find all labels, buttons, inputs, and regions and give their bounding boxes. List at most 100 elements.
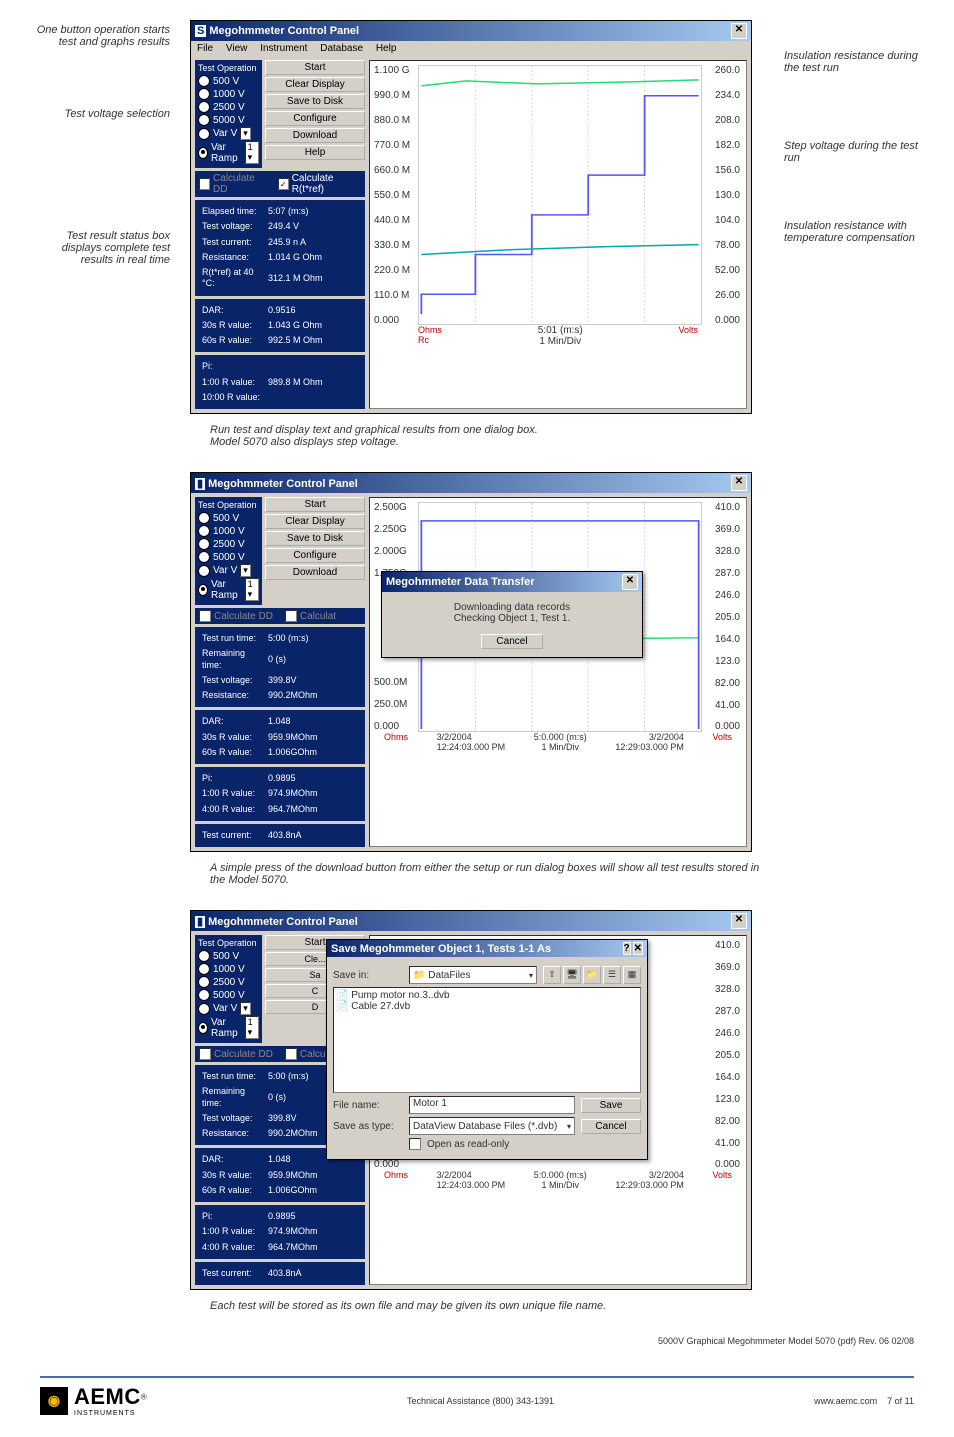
modal-title: Megohmmeter Data Transfer — [386, 576, 535, 588]
menu-file[interactable]: File — [197, 43, 213, 54]
configure-button[interactable]: Configure — [265, 111, 365, 126]
modal-text: Checking Object 1, Test 1. — [392, 613, 632, 624]
save-to-disk-button[interactable]: Save to Disk — [265, 531, 365, 546]
app-icon: ▮ — [195, 916, 205, 928]
save-in-select[interactable]: 📁 DataFiles▾ — [409, 966, 537, 984]
clear-display-button[interactable]: Clear Display — [265, 77, 365, 92]
menu-database[interactable]: Database — [320, 43, 363, 54]
new-folder-icon[interactable]: 📁 — [583, 966, 601, 984]
radio-2500v[interactable] — [198, 538, 210, 550]
footer-url: www.aemc.com — [814, 1396, 877, 1406]
close-icon[interactable]: ✕ — [633, 942, 643, 955]
brand-sub: INSTRUMENTS — [74, 1410, 147, 1417]
save-in-label: Save in: — [333, 970, 403, 981]
radio-2500v[interactable] — [198, 976, 210, 988]
titlebar: ▮Megohmmeter Control Panel ✕ — [191, 473, 751, 493]
radio-varramp[interactable] — [198, 584, 208, 596]
calc-r-checkbox[interactable]: ✓ — [278, 178, 289, 190]
close-icon[interactable]: ✕ — [731, 913, 747, 929]
cancel-button[interactable]: Cancel — [481, 634, 542, 649]
label-varv: Var V — [213, 128, 237, 139]
radio-5000v[interactable] — [198, 551, 210, 563]
radio-1000v[interactable] — [198, 963, 210, 975]
clear-display-button[interactable]: Clear Display — [265, 514, 365, 529]
varv-select[interactable]: ▾ — [240, 127, 251, 140]
help-button[interactable]: Help — [265, 145, 365, 160]
file-item[interactable]: Pump motor no.3..dvb — [336, 990, 638, 1001]
readonly-label: Open as read-only — [427, 1139, 509, 1150]
control-panel-window-1: SMegohmmeter Control Panel ✕ File View I… — [190, 20, 752, 414]
radio-varramp[interactable] — [198, 147, 208, 159]
y-tick: 550.0 M — [374, 190, 410, 201]
calc-dd-checkbox[interactable] — [199, 610, 211, 622]
save-to-disk-button[interactable]: Save to Disk — [265, 94, 365, 109]
window-title: Megohmmeter Control Panel — [209, 25, 359, 37]
download-button[interactable]: Download — [265, 128, 365, 143]
y-tick: 660.0 M — [374, 165, 410, 176]
desktop-icon[interactable]: 🖥 — [563, 966, 581, 984]
callout-status-box: Test result status box displays complete… — [30, 230, 170, 266]
calc-r-label: Calculate R(t*ref) — [292, 173, 361, 195]
page-number: 7 of 11 — [887, 1396, 914, 1406]
menubar: File View Instrument Database Help — [191, 41, 751, 56]
test-operation-title: Test Operation — [198, 63, 259, 73]
test-operation-group: Test Operation 500 V 1000 V 2500 V 5000 … — [195, 497, 262, 605]
close-icon[interactable]: ✕ — [731, 23, 747, 39]
radio-varv[interactable] — [198, 128, 210, 140]
status-box: Pi:0.9895 1:00 R value:974.9MOhm 4:00 R … — [195, 1205, 365, 1259]
callout-voltage-selection: Test voltage selection — [30, 108, 170, 120]
test-operation-group: Test Operation 500 V 1000 V 2500 V 5000 … — [195, 935, 262, 1043]
save-as-modal: Save Megohmmeter Object 1, Tests 1-1 As … — [326, 939, 648, 1160]
radio-1000v[interactable] — [198, 88, 210, 100]
close-icon[interactable]: ✕ — [622, 574, 638, 590]
status-box-3: Pi: 1:00 R value:989.8 M Ohm 10:00 R val… — [195, 355, 365, 409]
radio-varv[interactable] — [198, 565, 210, 577]
radio-1000v[interactable] — [198, 525, 210, 537]
radio-500v[interactable] — [198, 512, 210, 524]
brand-logo: ◉ AEMC® INSTRUMENTS — [40, 1384, 147, 1417]
close-icon[interactable]: ✕ — [731, 475, 747, 491]
file-list[interactable]: Pump motor no.3..dvb Cable 27.dvb — [333, 987, 641, 1093]
up-folder-icon[interactable]: ⇧ — [543, 966, 561, 984]
calc-dd-checkbox[interactable] — [199, 178, 210, 190]
filetype-label: Save as type: — [333, 1121, 403, 1132]
download-button[interactable]: Download — [265, 565, 365, 580]
menu-help[interactable]: Help — [376, 43, 397, 54]
callout-step-voltage: Step voltage during the test run — [784, 140, 924, 164]
unit-ohms: OhmsRc — [418, 325, 442, 347]
radio-2500v[interactable] — [198, 101, 210, 113]
filename-input[interactable]: Motor 1 — [409, 1096, 575, 1114]
readonly-checkbox[interactable] — [409, 1138, 421, 1150]
y-tick-r: 52.00 — [715, 265, 740, 276]
menu-instrument[interactable]: Instrument — [260, 43, 307, 54]
varramp-select[interactable]: 1 ▾ — [245, 578, 259, 601]
titlebar: SMegohmmeter Control Panel ✕ — [191, 21, 751, 41]
radio-5000v[interactable] — [198, 989, 210, 1001]
start-button[interactable]: Start — [265, 60, 365, 75]
file-item[interactable]: Cable 27.dvb — [336, 1001, 638, 1012]
radio-500v[interactable] — [198, 75, 210, 87]
start-button[interactable]: Start — [265, 497, 365, 512]
varramp-select[interactable]: 1 ▾ — [245, 141, 259, 164]
save-button[interactable]: Save — [581, 1098, 641, 1113]
y-tick: 1.100 G — [374, 65, 410, 76]
radio-500v[interactable] — [198, 950, 210, 962]
cancel-button[interactable]: Cancel — [581, 1119, 641, 1134]
radio-varv[interactable] — [198, 1003, 210, 1015]
unit-volts: Volts — [712, 732, 732, 752]
unit-ohms: Ohms — [384, 732, 408, 752]
calc-r-checkbox[interactable] — [285, 610, 297, 622]
filetype-select[interactable]: DataView Database Files (*.dvb)▾ — [409, 1117, 575, 1135]
configure-button[interactable]: Configure — [265, 548, 365, 563]
callout-ir-temp: Insulation resistance with temperature c… — [784, 220, 924, 244]
menu-view[interactable]: View — [226, 43, 248, 54]
varv-select[interactable]: ▾ — [240, 564, 251, 577]
radio-varramp[interactable] — [198, 1022, 208, 1034]
app-icon: ▮ — [195, 478, 205, 490]
status-box: Test current:403.8nA — [195, 1262, 365, 1285]
details-view-icon[interactable]: ▦ — [623, 966, 641, 984]
list-view-icon[interactable]: ☰ — [603, 966, 621, 984]
help-icon[interactable]: ? — [623, 942, 631, 955]
radio-5000v[interactable] — [198, 114, 210, 126]
y-tick-r: 26.00 — [715, 290, 740, 301]
